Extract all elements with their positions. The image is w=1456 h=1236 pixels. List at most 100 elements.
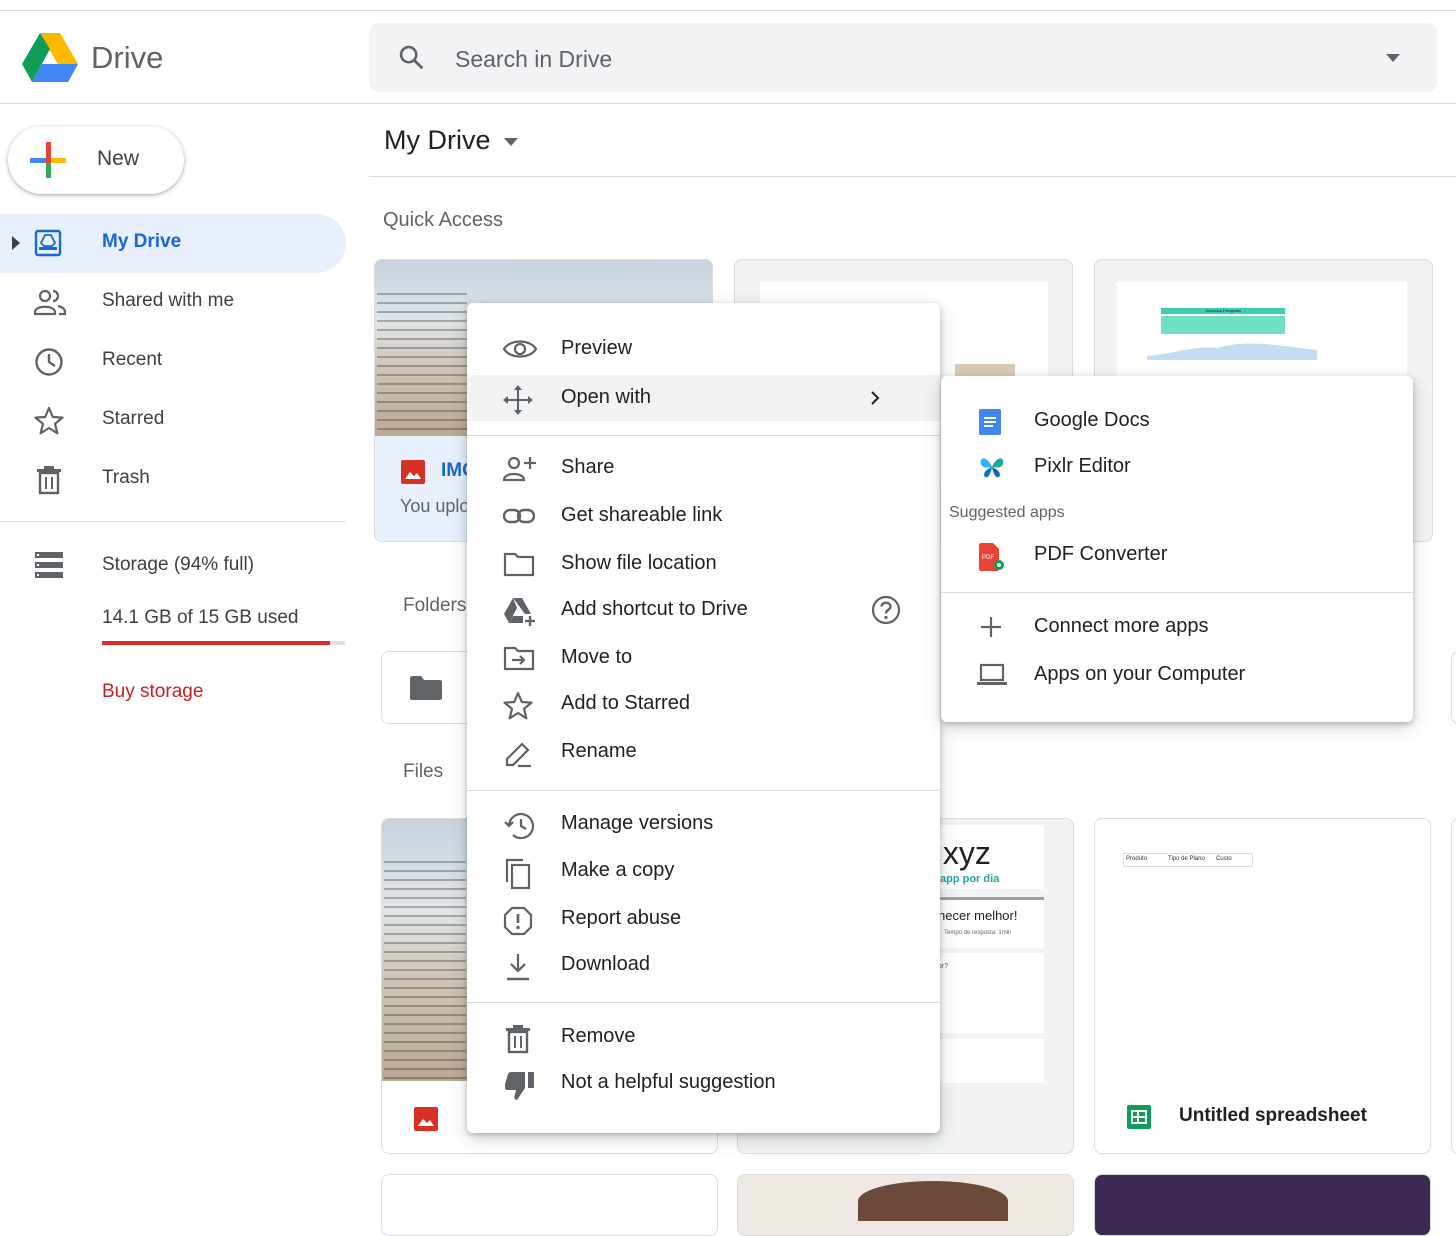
menu-item-add-shortcut[interactable]: Add shortcut to Drive <box>467 587 940 633</box>
docs-icon <box>979 409 1001 435</box>
chevron-down-icon[interactable] <box>503 137 519 147</box>
file-card-row3-1[interactable] <box>381 1174 718 1236</box>
sidebar-item-trash[interactable]: Trash <box>0 450 346 509</box>
sidebar-item-label: Recent <box>102 349 163 370</box>
svg-text:PDF: PDF <box>982 555 994 561</box>
chevron-right-icon <box>870 390 880 406</box>
clock-icon <box>34 347 64 377</box>
plus-icon <box>30 142 66 178</box>
my-drive-icon <box>34 229 62 257</box>
submenu-divider <box>941 592 1413 593</box>
page-title[interactable]: My Drive <box>384 125 491 156</box>
storage-used-text: 14.1 GB of 15 GB used <box>102 607 299 628</box>
chart-area-preview <box>1147 343 1317 360</box>
menu-item-not-helpful[interactable]: Not a helpful suggestion <box>467 1060 940 1106</box>
drive-logo-icon[interactable] <box>22 33 78 83</box>
menu-item-make-copy[interactable]: Make a copy <box>467 848 940 894</box>
menu-item-label: Download <box>561 953 650 975</box>
menu-item-get-link[interactable]: Get shareable link <box>467 493 940 539</box>
expand-arrow-icon[interactable] <box>12 236 20 250</box>
link-icon <box>503 503 535 529</box>
submenu-item-label: Google Docs <box>1034 409 1150 431</box>
menu-item-label: Report abuse <box>561 907 682 929</box>
file-card-row3-2[interactable] <box>737 1174 1074 1236</box>
open-with-submenu: Google Docs Pixlr Editor Suggested apps … <box>941 376 1413 722</box>
menu-item-share[interactable]: Share <box>467 445 940 491</box>
storage-icon <box>35 552 63 578</box>
menu-item-preview[interactable]: Preview <box>467 326 940 372</box>
sidebar-item-label: Trash <box>102 467 150 488</box>
star-icon <box>34 406 64 436</box>
menu-item-label: Not a helpful suggestion <box>561 1071 776 1093</box>
menu-item-move-to[interactable]: Move to <box>467 635 940 681</box>
menu-item-remove[interactable]: Remove <box>467 1014 940 1060</box>
menu-item-label: Add shortcut to Drive <box>561 598 748 620</box>
trash-icon <box>34 465 64 495</box>
doc-image-strip <box>955 364 1015 376</box>
form-question-meta: Tempo de resposta: 1min <box>944 930 1012 936</box>
submenu-item-label: PDF Converter <box>1034 543 1168 565</box>
form-subheading: app por dia <box>940 873 1000 885</box>
sidebar-divider <box>0 521 346 522</box>
folder-card-partial[interactable] <box>1451 651 1456 724</box>
folder-icon <box>410 676 442 700</box>
menu-item-label: Open with <box>561 386 652 408</box>
file-card-partial[interactable] <box>1451 818 1456 1154</box>
eye-icon <box>503 336 537 362</box>
submenu-item-google-docs[interactable]: Google Docs <box>941 398 1413 444</box>
submenu-item-label: Apps on your Computer <box>1034 663 1246 685</box>
new-button[interactable]: New <box>8 126 184 194</box>
file-card-spreadsheet[interactable]: Produto Tipo de Plano Custo Untitled spr… <box>1094 818 1431 1154</box>
file-card-row3-3[interactable] <box>1094 1174 1431 1236</box>
copy-icon <box>503 858 533 890</box>
submenu-item-computer-apps[interactable]: Apps on your Computer <box>941 652 1413 698</box>
header-divider <box>0 103 1456 104</box>
search-options-caret-icon[interactable] <box>1385 53 1401 63</box>
move-arrows-icon <box>503 385 533 415</box>
menu-divider <box>467 435 940 436</box>
chart-table <box>1161 316 1285 334</box>
menu-item-add-starred[interactable]: Add to Starred <box>467 681 940 727</box>
form-question-text: hecer melhor! <box>938 908 1018 923</box>
storage-label[interactable]: Storage (94% full) <box>102 554 254 576</box>
folder-icon <box>503 551 535 577</box>
search-icon[interactable] <box>397 43 425 71</box>
people-icon <box>34 288 66 316</box>
pencil-icon <box>503 739 533 769</box>
laptop-icon <box>977 663 1007 687</box>
menu-item-download[interactable]: Download <box>467 942 940 988</box>
menu-item-label: Get shareable link <box>561 504 723 526</box>
trash-icon <box>503 1024 533 1054</box>
buy-storage-link[interactable]: Buy storage <box>102 681 203 703</box>
chart-title: Nascidos Fotografia <box>1161 308 1285 314</box>
pixlr-butterfly-icon <box>979 455 1005 479</box>
menu-item-rename[interactable]: Rename <box>467 729 940 775</box>
menu-item-report-abuse[interactable]: Report abuse <box>467 896 940 942</box>
menu-item-open-with[interactable]: Open with <box>467 375 940 421</box>
menu-item-show-location[interactable]: Show file location <box>467 541 940 587</box>
menu-item-label: Make a copy <box>561 859 675 881</box>
plus-icon <box>979 615 1003 639</box>
folders-label: Folders <box>403 595 467 616</box>
sidebar-item-my-drive[interactable]: My Drive <box>0 214 346 273</box>
help-icon[interactable] <box>871 595 901 625</box>
submenu-item-pixlr[interactable]: Pixlr Editor <box>941 444 1413 490</box>
context-menu: Preview Open with Share Get shareable li… <box>467 303 940 1133</box>
file-name: Untitled spreadsheet <box>1179 1105 1367 1126</box>
submenu-item-connect-apps[interactable]: Connect more apps <box>941 604 1413 650</box>
menu-item-label: Rename <box>561 740 637 762</box>
search-bar[interactable] <box>369 23 1437 92</box>
sidebar-item-recent[interactable]: Recent <box>0 332 346 391</box>
submenu-item-pdf-converter[interactable]: PDF PDF Converter <box>941 532 1413 578</box>
star-icon <box>503 691 533 721</box>
sidebar-item-shared-with-me[interactable]: Shared with me <box>0 273 346 332</box>
sidebar-item-starred[interactable]: Starred <box>0 391 346 450</box>
menu-item-label: Add to Starred <box>561 692 690 714</box>
suggested-apps-label: Suggested apps <box>949 504 1065 521</box>
menu-item-manage-versions[interactable]: Manage versions <box>467 801 940 847</box>
drive-shortcut-icon <box>503 597 537 627</box>
alert-icon <box>503 906 533 936</box>
pdf-icon: PDF <box>979 543 1005 571</box>
menu-item-label: Manage versions <box>561 812 714 834</box>
search-input[interactable] <box>453 41 1257 77</box>
